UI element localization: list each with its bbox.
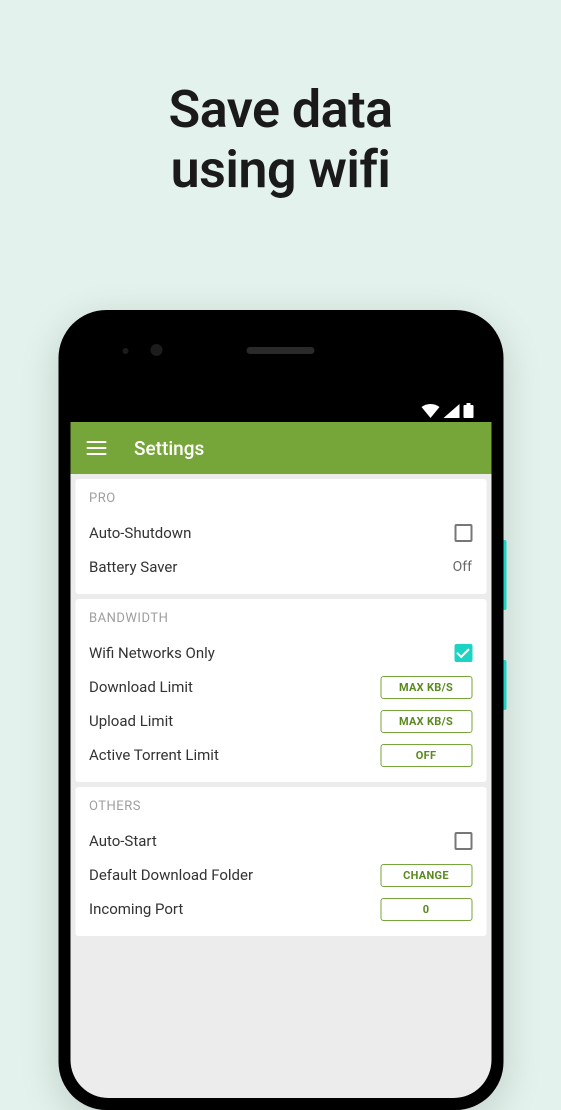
phone-frame: Settings PRO Auto-Shutdown Battery Saver… [58, 310, 503, 1110]
auto-start-checkbox[interactable] [454, 832, 472, 850]
active-torrent-label: Active Torrent Limit [89, 746, 380, 764]
camera-dot-icon [122, 348, 128, 354]
section-others: OTHERS Auto-Start Default Download Folde… [75, 787, 486, 936]
phone-notch [70, 322, 491, 378]
hero-line-2: using wifi [0, 140, 561, 200]
battery-saver-label: Battery Saver [89, 558, 453, 576]
signal-icon [443, 404, 459, 418]
hero-title: Save data using wifi [0, 0, 561, 200]
camera-lens-icon [150, 344, 162, 356]
battery-saver-value: Off [453, 559, 472, 575]
row-wifi-only[interactable]: Wifi Networks Only [89, 636, 472, 670]
auto-shutdown-label: Auto-Shutdown [89, 524, 454, 542]
settings-content: PRO Auto-Shutdown Battery Saver Off BAND… [70, 474, 491, 941]
wifi-only-label: Wifi Networks Only [89, 644, 454, 662]
download-limit-label: Download Limit [89, 678, 380, 696]
incoming-port-button[interactable]: 0 [380, 898, 472, 921]
phone-side-button-2 [503, 660, 506, 710]
active-torrent-button[interactable]: OFF [380, 744, 472, 767]
row-download-limit[interactable]: Download Limit MAX KB/S [89, 670, 472, 704]
app-screen: Settings PRO Auto-Shutdown Battery Saver… [70, 422, 491, 1098]
wifi-icon [421, 404, 439, 418]
section-header-others: OTHERS [89, 799, 472, 814]
section-bandwidth: BANDWIDTH Wifi Networks Only Download Li… [75, 599, 486, 782]
menu-icon[interactable] [86, 441, 106, 455]
phone-side-button-1 [503, 540, 506, 610]
row-auto-shutdown[interactable]: Auto-Shutdown [89, 516, 472, 550]
row-upload-limit[interactable]: Upload Limit MAX KB/S [89, 704, 472, 738]
section-header-pro: PRO [89, 491, 472, 506]
row-default-folder[interactable]: Default Download Folder CHANGE [89, 858, 472, 892]
row-active-torrent[interactable]: Active Torrent Limit OFF [89, 738, 472, 772]
section-header-bandwidth: BANDWIDTH [89, 611, 472, 626]
phone-screen: Settings PRO Auto-Shutdown Battery Saver… [70, 322, 491, 1098]
status-bar [70, 378, 491, 422]
upload-limit-label: Upload Limit [89, 712, 380, 730]
download-limit-button[interactable]: MAX KB/S [380, 676, 472, 699]
default-folder-label: Default Download Folder [89, 866, 380, 884]
auto-shutdown-checkbox[interactable] [454, 524, 472, 542]
battery-icon [463, 403, 473, 418]
row-battery-saver[interactable]: Battery Saver Off [89, 550, 472, 584]
app-bar: Settings [70, 422, 491, 474]
row-incoming-port[interactable]: Incoming Port 0 [89, 892, 472, 926]
hero-line-1: Save data [0, 80, 561, 140]
upload-limit-button[interactable]: MAX KB/S [380, 710, 472, 733]
section-pro: PRO Auto-Shutdown Battery Saver Off [75, 479, 486, 594]
wifi-only-checkbox[interactable] [454, 644, 472, 662]
page-title: Settings [134, 437, 204, 460]
incoming-port-label: Incoming Port [89, 900, 380, 918]
speaker-grille-icon [247, 347, 315, 354]
default-folder-button[interactable]: CHANGE [380, 864, 472, 887]
row-auto-start[interactable]: Auto-Start [89, 824, 472, 858]
auto-start-label: Auto-Start [89, 832, 454, 850]
